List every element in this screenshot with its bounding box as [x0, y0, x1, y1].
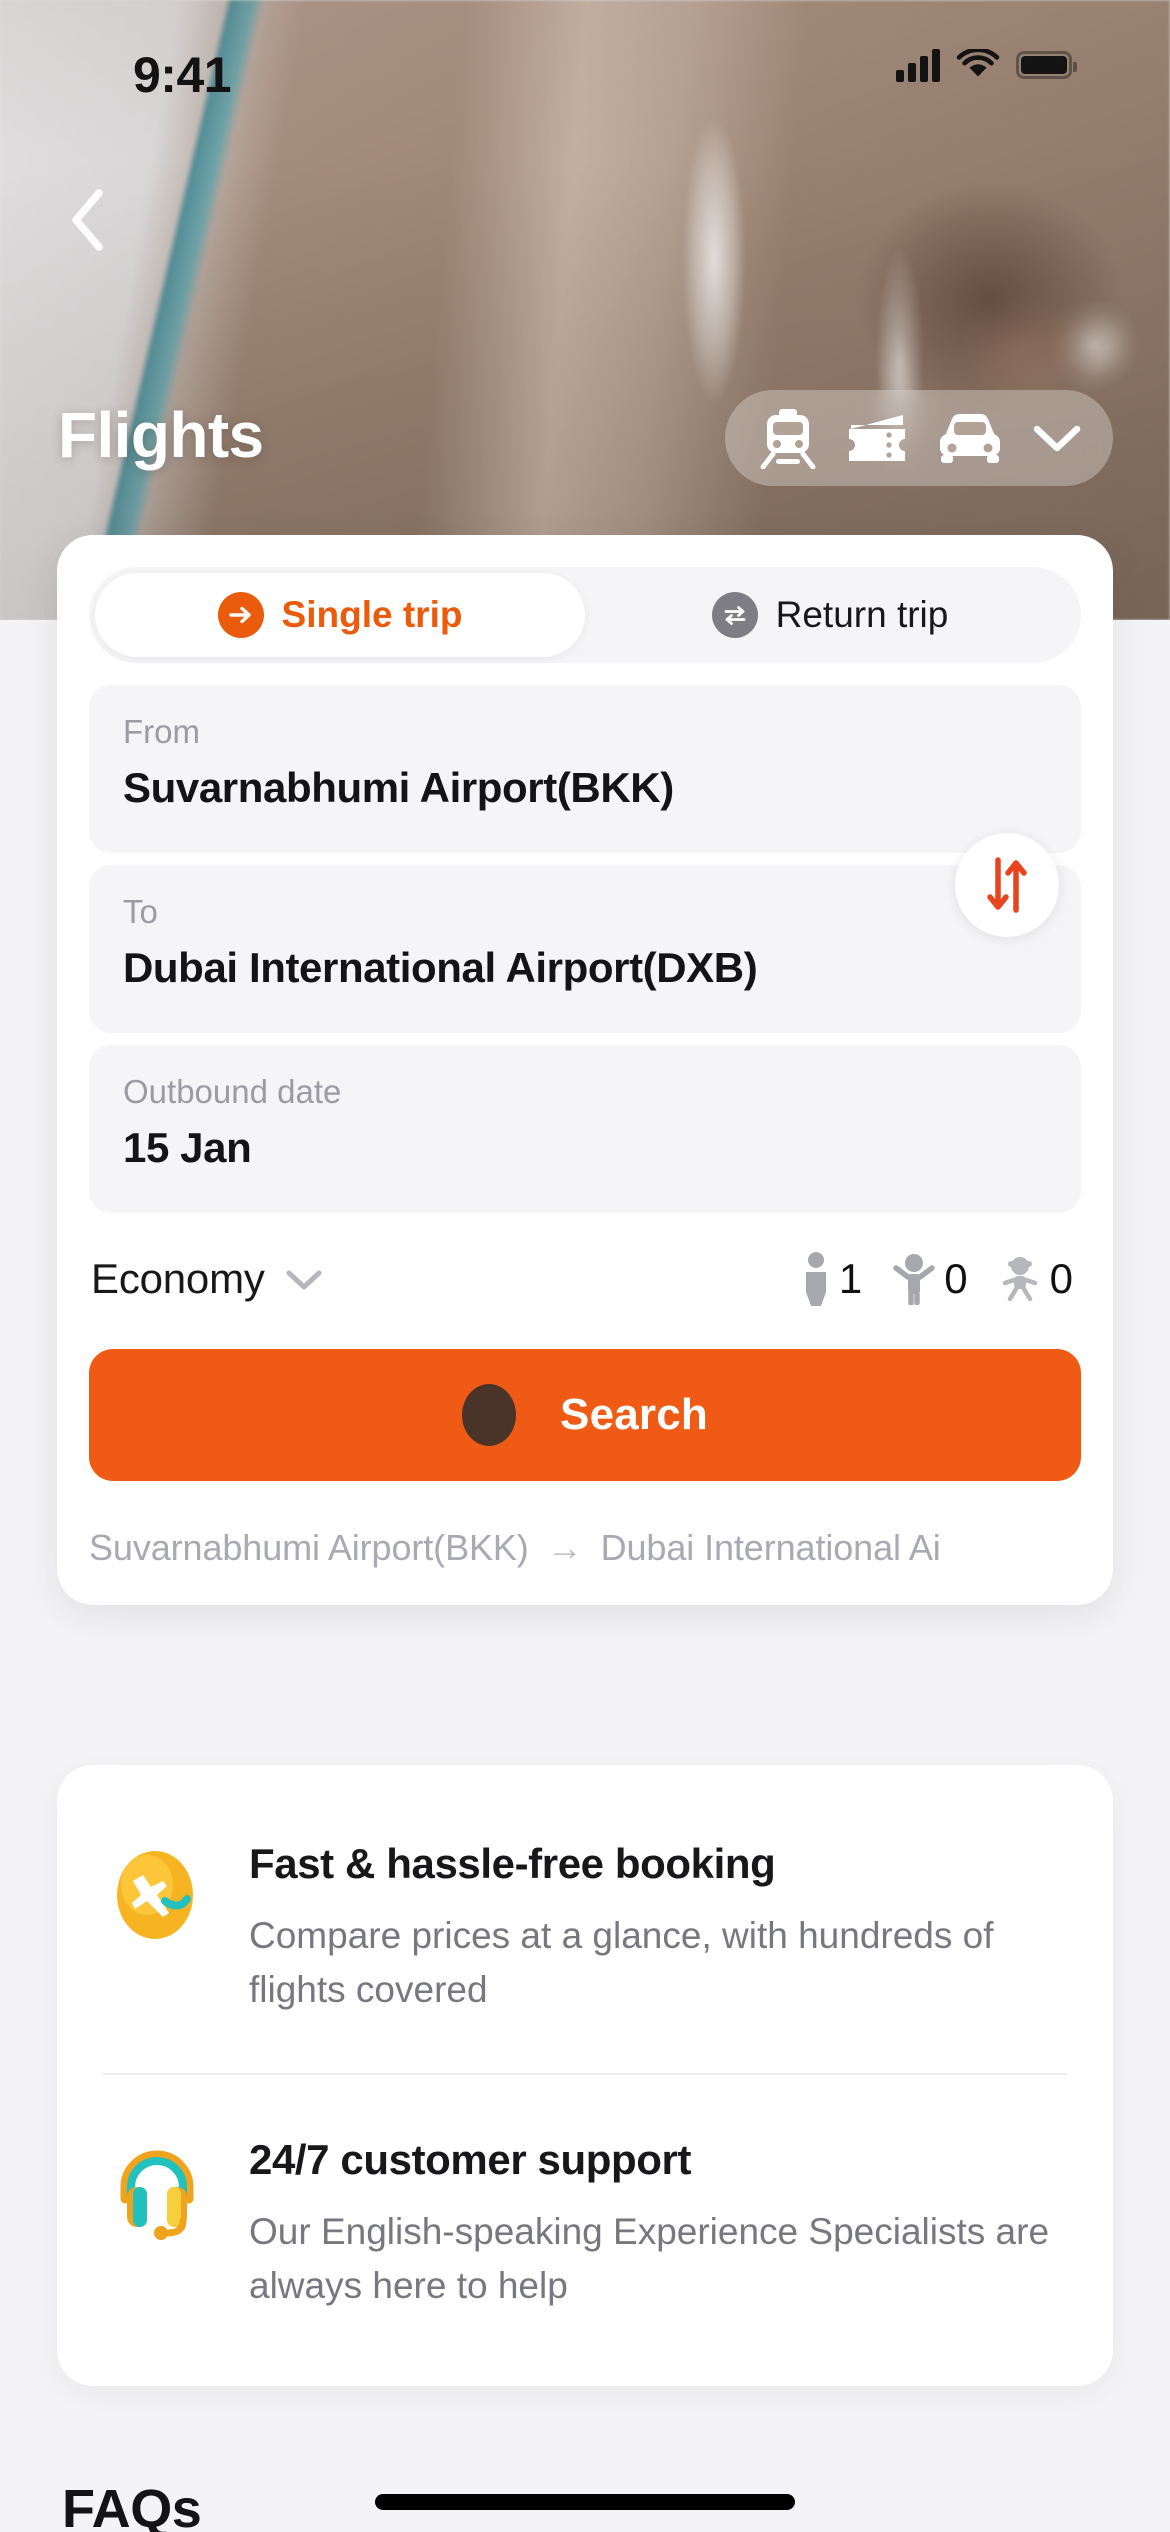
benefit-text: 24/7 customer support Our English-speaki… [249, 2135, 1067, 2313]
recent-search-origin: Suvarnabhumi Airport(BKK) [89, 1527, 529, 1568]
transport-mode-selector[interactable] [725, 390, 1113, 486]
trip-type-return[interactable]: Return trip [585, 573, 1075, 657]
arrow-right-icon: → [546, 1527, 583, 1568]
search-button-label: Search [560, 1390, 708, 1439]
home-indicator[interactable] [375, 2494, 795, 2510]
benefit-title: Fast & hassle-free booking [249, 1840, 776, 1887]
cabin-class-selector[interactable]: Economy [91, 1255, 325, 1303]
recent-search-item[interactable]: Suvarnabhumi Airport(BKK) → Dubai Internat… [89, 1527, 1081, 1569]
benefit-description: Compare prices at a glance, with hundred… [249, 1915, 994, 2011]
headset-support-icon [120, 2150, 194, 2240]
outbound-date-value: 15 Jan [123, 1124, 252, 1172]
passenger-counts[interactable]: 1 0 0 [781, 1251, 1073, 1307]
child-icon [893, 1254, 936, 1305]
cellular-signal-icon [896, 48, 940, 82]
status-indicators [896, 48, 1077, 82]
benefit-text: Fast & hassle-free booking Compare price… [249, 1839, 1067, 2017]
passenger-adult[interactable]: 1 [801, 1251, 862, 1307]
infant-icon [1002, 1257, 1037, 1302]
status-time: 9:41 [133, 47, 232, 103]
outbound-date-field[interactable]: Outbound date 15 Jan [89, 1045, 1081, 1213]
arrow-right-circle-icon [217, 592, 264, 638]
faq-section-title: FAQs [62, 2479, 202, 2532]
wifi-icon [956, 49, 1000, 77]
benefit-item: Fast & hassle-free booking Compare price… [103, 1779, 1067, 2073]
cabin-class-value: Economy [91, 1255, 265, 1302]
trip-type-single[interactable]: Single trip [95, 573, 585, 657]
train-icon[interactable] [759, 407, 817, 469]
back-button[interactable] [48, 180, 128, 260]
passenger-child[interactable]: 0 [892, 1253, 968, 1305]
status-bar: 9:41 [0, 0, 1170, 132]
benefit-description: Our English-speaking Experience Speciali… [249, 2211, 1050, 2306]
trip-type-single-label: Single trip [281, 594, 463, 635]
from-field[interactable]: From Suvarnabhumi Airport(BKK) [89, 685, 1081, 853]
search-button[interactable]: Search [89, 1349, 1081, 1481]
battery-full-icon [1016, 51, 1077, 79]
to-label: To [123, 893, 158, 930]
trip-type-return-label: Return trip [775, 594, 949, 635]
passenger-infant[interactable]: 0 [998, 1255, 1073, 1303]
benefits-card: Fast & hassle-free booking Compare price… [57, 1765, 1113, 2387]
chevron-down-icon [286, 1270, 322, 1290]
swap-vertical-icon [987, 857, 1027, 913]
route-fields: From Suvarnabhumi Airport(BKK) To Dubai … [89, 685, 1081, 1033]
flight-search-card: Single trip Return trip From Suvarnabhum [57, 535, 1113, 1605]
swap-horizontal-circle-icon [711, 592, 758, 638]
back-chevron-icon [72, 189, 103, 251]
trip-type-toggle: Single trip Return trip [89, 567, 1081, 663]
passenger-child-count: 0 [944, 1255, 968, 1302]
passenger-adult-count: 1 [838, 1255, 863, 1302]
benefit-item: 24/7 customer support Our English-speaki… [103, 2072, 1067, 2369]
outbound-date-label: Outbound date [123, 1073, 342, 1110]
chevron-down-icon[interactable] [1031, 421, 1083, 455]
swap-button[interactable] [955, 833, 1059, 937]
from-label: From [123, 713, 200, 750]
passenger-infant-count: 0 [1049, 1255, 1073, 1302]
touch-indicator [462, 1384, 517, 1446]
adult-icon [805, 1252, 826, 1306]
page-title: Flights [58, 399, 264, 471]
ticket-icon[interactable] [845, 409, 909, 467]
from-value: Suvarnabhumi Airport(BKK) [123, 764, 674, 812]
class-and-passengers-row: Economy 1 0 0 [89, 1251, 1081, 1307]
to-value: Dubai International Airport(DXB) [123, 944, 758, 992]
recent-search-destination: Dubai International Ai [600, 1527, 941, 1568]
airplane-badge-icon [117, 1851, 193, 1939]
car-icon[interactable] [937, 410, 1003, 466]
benefit-title: 24/7 customer support [249, 2135, 692, 2183]
to-field[interactable]: To Dubai International Airport(DXB) [89, 865, 1081, 1033]
flight-search-screen: 9:41 Flights Single trip Return trip Fro… [0, 0, 1170, 2532]
